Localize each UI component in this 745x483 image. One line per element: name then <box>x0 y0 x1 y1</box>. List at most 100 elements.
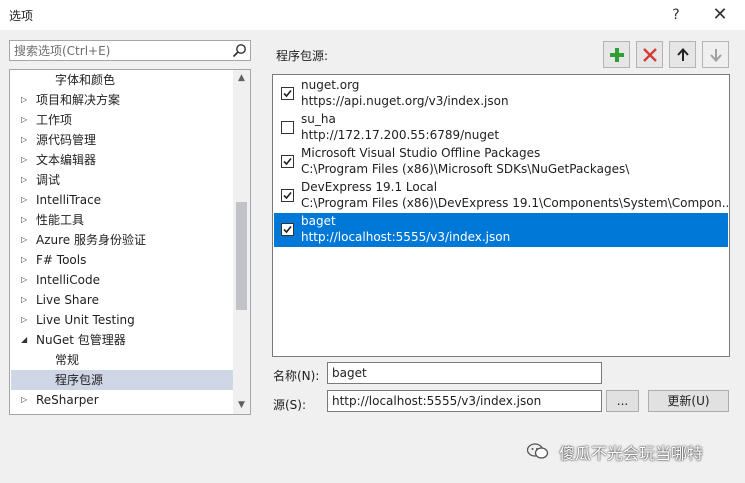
source-field[interactable] <box>327 390 602 412</box>
watermark-text: 傻瓜不光会玩当哪特 <box>559 444 704 463</box>
source-url: http://172.17.200.55:6789/nuget <box>301 128 500 142</box>
collapsed-caret-icon[interactable]: ▷ <box>21 150 31 170</box>
source-url: http://localhost:5555/v3/index.json <box>301 230 511 244</box>
tree-item[interactable]: ▷ 源代码管理 <box>11 130 233 150</box>
tree-item[interactable]: ▷ Azure 服务身份验证 <box>11 230 233 250</box>
tree-scrollbar[interactable]: ▲ ▼ <box>233 70 250 414</box>
collapsed-caret-icon[interactable]: ▷ <box>21 390 31 410</box>
collapsed-caret-icon[interactable]: ▷ <box>21 190 31 210</box>
collapsed-caret-icon[interactable]: ▷ <box>21 210 31 230</box>
search-box[interactable] <box>9 40 251 61</box>
tree-item-label: NuGet 包管理器 <box>36 333 126 347</box>
scroll-up-icon[interactable]: ▲ <box>233 70 250 87</box>
remove-source-button[interactable] <box>636 41 663 68</box>
tree-item[interactable]: 字体和颜色 <box>11 70 233 90</box>
source-name: DevExpress 19.1 Local <box>301 180 438 194</box>
tree-item-label: 源代码管理 <box>36 133 97 147</box>
tree-item[interactable]: ▷ 调试 <box>11 170 233 190</box>
source-name: Microsoft Visual Studio Offline Packages <box>301 146 541 160</box>
collapsed-caret-icon[interactable]: ▷ <box>21 130 31 150</box>
tree-item[interactable]: 常规 <box>11 350 233 370</box>
collapsed-caret-icon[interactable]: ▷ <box>21 170 31 190</box>
arrow-down-icon <box>710 49 722 62</box>
window-title: 选项 <box>9 9 34 23</box>
tree-item[interactable]: 程序包源 <box>11 370 233 390</box>
tree-item-label: 字体和颜色 <box>55 73 116 87</box>
tree-item-label: 工作项 <box>36 113 73 127</box>
enabled-checkbox[interactable] <box>281 121 294 134</box>
options-tree[interactable]: 字体和颜色 ▷ 项目和解决方案 ▷ 工作项 ▷ 源代码管理 ▷ 文本编辑器 ▷ 调试 ▷ Intelli… <box>9 69 251 415</box>
tree-item[interactable]: ▷ Live Share <box>11 290 233 310</box>
name-label: 名称(N): <box>273 369 320 383</box>
tree-item-label: ReSharper <box>36 393 99 407</box>
tree-item-label: Live Share <box>36 293 99 307</box>
tree-item-label: Live Unit Testing <box>36 313 135 327</box>
tree-item-label: 文本编辑器 <box>36 153 97 167</box>
checkmark-icon <box>283 89 292 98</box>
tree-item-label: 常规 <box>55 353 80 367</box>
source-name: baget <box>301 214 336 228</box>
collapsed-caret-icon[interactable]: ▷ <box>21 250 31 270</box>
tree-item-label: 性能工具 <box>36 213 85 227</box>
source-item[interactable]: DevExpress 19.1 Local C:\Program Files (x… <box>274 179 730 213</box>
watermark: 傻瓜不光会玩当哪特 <box>527 437 732 467</box>
source-item[interactable]: su_ha http://172.17.200.55:6789/nuget <box>274 111 728 145</box>
tree-item-label: F# Tools <box>36 253 87 267</box>
tree-item[interactable]: ▷ F# Tools <box>11 250 233 270</box>
help-button[interactable]: ? <box>664 3 688 27</box>
tree-item[interactable]: ▷ 工作项 <box>11 110 233 130</box>
package-source-list[interactable]: nuget.org https://api.nuget.org/v3/index.… <box>272 74 730 357</box>
enabled-checkbox[interactable] <box>281 189 294 202</box>
tree-item[interactable]: ▷ Live Unit Testing <box>11 310 233 330</box>
tree-item[interactable]: ▷ IntelliCode <box>11 270 233 290</box>
tree-item[interactable]: ▷ 性能工具 <box>11 210 233 230</box>
checkmark-icon <box>283 225 292 234</box>
update-button[interactable]: 更新(U) <box>648 390 729 412</box>
enabled-checkbox[interactable] <box>281 223 294 236</box>
collapsed-caret-icon[interactable]: ▷ <box>21 230 31 250</box>
enabled-checkbox[interactable] <box>281 87 294 100</box>
source-item[interactable]: Microsoft Visual Studio Offline Packages… <box>274 145 728 179</box>
collapsed-caret-icon[interactable]: ▷ <box>21 110 31 130</box>
tree-item-label: IntelliCode <box>36 273 100 287</box>
source-name: nuget.org <box>301 78 360 92</box>
expanded-caret-icon[interactable]: ◢ <box>21 330 31 350</box>
checkmark-icon <box>283 191 292 200</box>
source-name: su_ha <box>301 112 336 126</box>
collapsed-caret-icon[interactable]: ▷ <box>21 290 31 310</box>
tree-item-label: 调试 <box>36 173 61 187</box>
enabled-checkbox[interactable] <box>281 155 294 168</box>
checkmark-icon <box>283 157 292 166</box>
move-down-button[interactable] <box>702 41 729 68</box>
move-up-button[interactable] <box>669 41 696 68</box>
source-url: https://api.nuget.org/v3/index.json <box>301 94 509 108</box>
tree-item-label: 项目和解决方案 <box>36 93 121 107</box>
source-label: 源(S): <box>273 398 307 412</box>
collapsed-caret-icon[interactable]: ▷ <box>21 310 31 330</box>
tree-item-label: IntelliTrace <box>36 193 102 207</box>
close-button[interactable]: ✕ <box>708 3 732 27</box>
tree-item[interactable]: ◢ NuGet 包管理器 <box>11 330 233 350</box>
source-url: C:\Program Files (x86)\DevExpress 19.1\C… <box>301 196 730 210</box>
search-input[interactable] <box>14 42 224 59</box>
scrollbar-thumb[interactable] <box>236 202 247 310</box>
arrow-up-icon <box>677 48 689 61</box>
add-source-button[interactable] <box>603 41 630 68</box>
collapsed-caret-icon[interactable]: ▷ <box>21 90 31 110</box>
remove-icon <box>643 48 657 62</box>
source-url: C:\Program Files (x86)\Microsoft SDKs\Nu… <box>301 162 630 176</box>
collapsed-caret-icon[interactable]: ▷ <box>21 270 31 290</box>
tree-item[interactable]: ▷ 文本编辑器 <box>11 150 233 170</box>
search-icon[interactable] <box>232 43 247 58</box>
browse-button[interactable]: ... <box>606 390 639 412</box>
add-icon <box>610 48 624 62</box>
name-field[interactable] <box>327 362 602 384</box>
source-item[interactable]: nuget.org https://api.nuget.org/v3/index.… <box>274 77 728 111</box>
scroll-down-icon[interactable]: ▼ <box>233 397 250 414</box>
tree-item-label: 程序包源 <box>55 373 104 387</box>
tree-item[interactable]: ▷ IntelliTrace <box>11 190 233 210</box>
tree-item[interactable]: ▷ ReSharper <box>11 390 233 410</box>
title-bar: 选项 ? ✕ <box>0 0 745 30</box>
tree-item[interactable]: ▷ 项目和解决方案 <box>11 90 233 110</box>
source-item[interactable]: baget http://localhost:5555/v3/index.json <box>274 213 728 247</box>
